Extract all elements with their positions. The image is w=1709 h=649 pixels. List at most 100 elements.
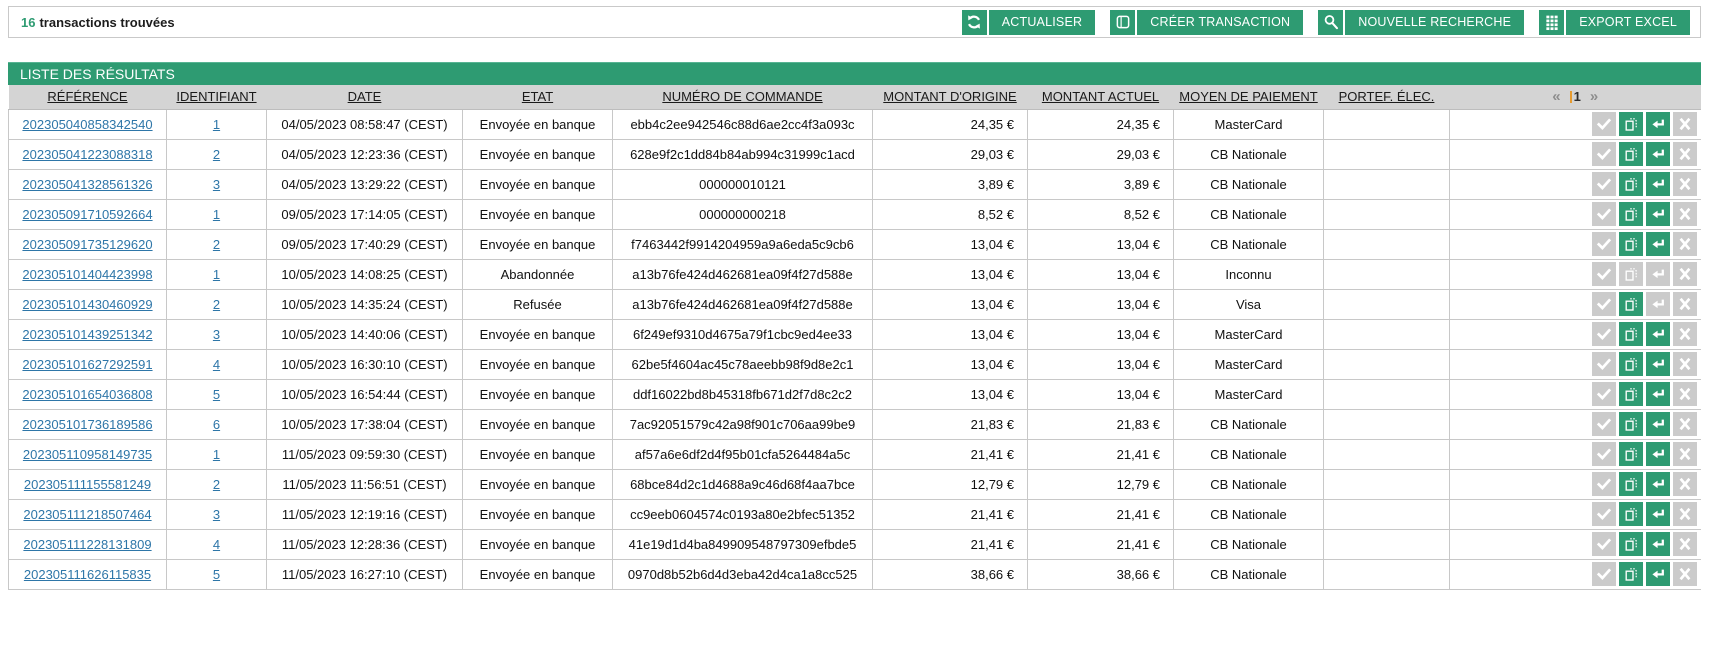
reference-link[interactable]: 202305101439251342 — [22, 327, 152, 342]
identifiant-link[interactable]: 6 — [213, 417, 220, 432]
refund-action-icon[interactable] — [1646, 562, 1670, 586]
identifiant-link[interactable]: 4 — [213, 537, 220, 552]
column-header-identifiant[interactable]: IDENTIFIANT — [167, 85, 267, 109]
refund-action-icon[interactable] — [1646, 412, 1670, 436]
refund-action-icon[interactable] — [1646, 352, 1670, 376]
refund-action-icon[interactable] — [1646, 442, 1670, 466]
column-header-montant-origine[interactable]: MONTANT D'ORIGINE — [873, 85, 1028, 109]
duplicate-action-icon[interactable] — [1619, 502, 1643, 526]
column-header-date[interactable]: DATE — [267, 85, 463, 109]
refund-action-icon[interactable] — [1646, 112, 1670, 136]
excel-grid-icon[interactable] — [1539, 10, 1564, 35]
identifiant-link[interactable]: 2 — [213, 147, 220, 162]
column-header-montant-actuel[interactable]: MONTANT ACTUEL — [1028, 85, 1174, 109]
duplicate-action-icon[interactable] — [1619, 292, 1643, 316]
identifiant-link[interactable]: 1 — [213, 207, 220, 222]
row-actions-cell — [1450, 529, 1702, 559]
reference-link[interactable]: 202305111228131809 — [23, 537, 151, 552]
cancel-action-icon — [1673, 352, 1697, 376]
reference-link[interactable]: 202305091735129620 — [22, 237, 152, 252]
refund-action-icon[interactable] — [1646, 142, 1670, 166]
moyen-paiement-cell: CB Nationale — [1174, 229, 1324, 259]
identifiant-link[interactable]: 3 — [213, 507, 220, 522]
montant-origine-cell: 21,41 € — [873, 439, 1028, 469]
identifiant-link[interactable]: 2 — [213, 477, 220, 492]
duplicate-action-icon[interactable] — [1619, 382, 1643, 406]
duplicate-action-icon[interactable] — [1619, 532, 1643, 556]
duplicate-action-icon[interactable] — [1619, 472, 1643, 496]
reference-link[interactable]: 202305101736189586 — [22, 417, 152, 432]
refund-action-icon[interactable] — [1646, 232, 1670, 256]
reference-link[interactable]: 202305111218507464 — [23, 507, 151, 522]
identifiant-link[interactable]: 3 — [213, 327, 220, 342]
refund-action-icon[interactable] — [1646, 502, 1670, 526]
montant-origine-cell: 21,41 € — [873, 499, 1028, 529]
reference-link[interactable]: 202305111155581249 — [24, 477, 151, 492]
identifiant-link[interactable]: 2 — [213, 297, 220, 312]
identifiant-link[interactable]: 5 — [213, 567, 220, 582]
reference-link[interactable]: 202305110958149735 — [23, 447, 152, 462]
results-tbody: 202305040858342540 1 04/05/2023 08:58:47… — [9, 109, 1702, 589]
reference-link[interactable]: 202305101404423998 — [22, 267, 152, 282]
identifiant-link[interactable]: 4 — [213, 357, 220, 372]
column-header-moyen-paiement[interactable]: MOYEN DE PAIEMENT — [1174, 85, 1324, 109]
identifiant-link[interactable]: 3 — [213, 177, 220, 192]
previous-page-icon[interactable]: « — [1552, 88, 1560, 105]
duplicate-action-icon[interactable] — [1619, 232, 1643, 256]
current-page[interactable]: 1 — [1570, 89, 1581, 104]
next-page-icon[interactable]: » — [1590, 88, 1598, 105]
refund-action-icon[interactable] — [1646, 532, 1670, 556]
column-header-portefeuille[interactable]: PORTEF. ÉLEC. — [1324, 85, 1450, 109]
refund-action-icon[interactable] — [1646, 172, 1670, 196]
identifiant-link[interactable]: 2 — [213, 237, 220, 252]
export-excel-button[interactable]: EXPORT EXCEL — [1566, 10, 1690, 35]
etat-cell: Envoyée en banque — [463, 139, 613, 169]
duplicate-action-icon[interactable] — [1619, 412, 1643, 436]
duplicate-action-icon[interactable] — [1619, 562, 1643, 586]
identifiant-link[interactable]: 1 — [213, 117, 220, 132]
column-header-etat[interactable]: ETAT — [463, 85, 613, 109]
search-icon[interactable] — [1318, 10, 1343, 35]
duplicate-action-icon[interactable] — [1619, 202, 1643, 226]
identifiant-link[interactable]: 1 — [213, 447, 220, 462]
reference-link[interactable]: 202305091710592664 — [22, 207, 152, 222]
results-title-bar: LISTE DES RÉSULTATS — [8, 62, 1701, 85]
identifiant-link[interactable]: 5 — [213, 387, 220, 402]
reference-link[interactable]: 202305101654036808 — [22, 387, 152, 402]
duplicate-action-icon[interactable] — [1619, 352, 1643, 376]
refund-action-icon[interactable] — [1646, 202, 1670, 226]
portefeuille-cell — [1324, 259, 1450, 289]
duplicate-action-icon[interactable] — [1619, 172, 1643, 196]
identifiant-cell: 1 — [167, 199, 267, 229]
date-cell: 11/05/2023 12:19:16 (CEST) — [267, 499, 463, 529]
identifiant-link[interactable]: 1 — [213, 267, 220, 282]
refresh-icon[interactable] — [962, 10, 987, 35]
reference-link[interactable]: 202305041223088318 — [22, 147, 152, 162]
duplicate-action-icon[interactable] — [1619, 142, 1643, 166]
reference-cell: 202305040858342540 — [9, 109, 167, 139]
portefeuille-cell — [1324, 319, 1450, 349]
duplicate-action-icon[interactable] — [1619, 112, 1643, 136]
cancel-action-icon — [1673, 412, 1697, 436]
new-search-button[interactable]: NOUVELLE RECHERCHE — [1345, 10, 1524, 35]
duplicate-action-icon[interactable] — [1619, 322, 1643, 346]
reference-link[interactable]: 202305041328561326 — [22, 177, 152, 192]
date-cell: 04/05/2023 08:58:47 (CEST) — [267, 109, 463, 139]
reference-link[interactable]: 202305101627292591 — [22, 357, 152, 372]
montant-origine-cell: 3,89 € — [873, 169, 1028, 199]
refund-action-icon[interactable] — [1646, 322, 1670, 346]
column-header-reference[interactable]: RÉFÉRENCE — [9, 85, 167, 109]
column-header-numero-commande[interactable]: NUMÉRO DE COMMANDE — [613, 85, 873, 109]
reference-link[interactable]: 202305111626115835 — [24, 567, 151, 582]
numero-commande-cell: a13b76fe424d462681ea09f4f27d588e — [613, 259, 873, 289]
refund-action-icon[interactable] — [1646, 472, 1670, 496]
portefeuille-cell — [1324, 379, 1450, 409]
reference-link[interactable]: 202305101430460929 — [22, 297, 152, 312]
refund-action-icon[interactable] — [1646, 382, 1670, 406]
reference-link[interactable]: 202305040858342540 — [22, 117, 152, 132]
refresh-button[interactable]: ACTUALISER — [989, 10, 1096, 35]
duplicate-action-icon[interactable] — [1619, 442, 1643, 466]
create-transaction-button[interactable]: CRÉER TRANSACTION — [1137, 10, 1303, 35]
date-cell: 10/05/2023 17:38:04 (CEST) — [267, 409, 463, 439]
create-transaction-icon[interactable] — [1110, 10, 1135, 35]
